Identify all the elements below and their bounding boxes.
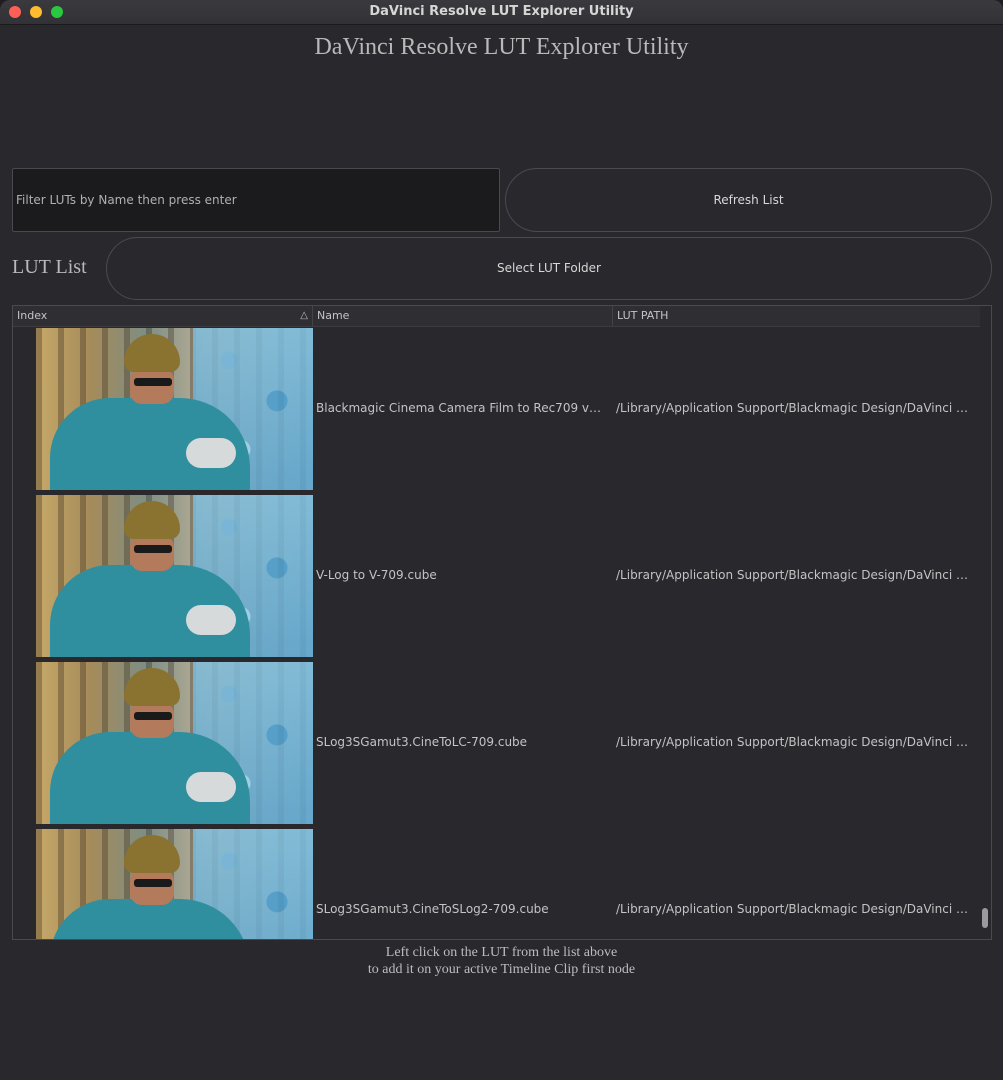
lut-name-cell: Blackmagic Cinema Camera Film to Rec709 … <box>316 401 608 415</box>
lut-preview-thumbnail <box>36 829 313 939</box>
table-header: Index △ Name LUT PATH <box>13 306 980 327</box>
lut-path-cell: /Library/Application Support/Blackmagic … <box>616 735 973 749</box>
refresh-list-button[interactable]: Refresh List <box>505 168 992 232</box>
instructions-line-1: Left click on the LUT from the list abov… <box>385 945 618 960</box>
lut-table: Index △ Name LUT PATH Blackmagic Cinema … <box>12 305 992 940</box>
lut-name-cell: SLog3SGamut3.CineToSLog2-709.cube <box>316 902 549 916</box>
column-header-name-label: Name <box>317 309 350 322</box>
lut-preview-thumbnail <box>36 495 313 657</box>
instructions-text: Left click on the LUT from the list abov… <box>0 944 1003 978</box>
column-header-lut-path[interactable]: LUT PATH <box>613 306 980 326</box>
app-window: DaVinci Resolve LUT Explorer Utility DaV… <box>0 0 1003 1080</box>
select-lut-folder-button[interactable]: Select LUT Folder <box>106 237 992 300</box>
table-scrollbar[interactable] <box>980 327 990 939</box>
lut-preview-thumbnail <box>36 328 313 490</box>
lut-preview-thumbnail <box>36 662 313 824</box>
table-row[interactable]: V-Log to V-709.cube /Library/Application… <box>13 494 980 661</box>
app-heading: DaVinci Resolve LUT Explorer Utility <box>314 34 689 60</box>
table-body: Blackmagic Cinema Camera Film to Rec709 … <box>13 327 980 939</box>
lut-name-cell: SLog3SGamut3.CineToLC-709.cube <box>316 735 528 749</box>
table-row[interactable]: Blackmagic Cinema Camera Film to Rec709 … <box>13 327 980 494</box>
table-row[interactable]: SLog3SGamut3.CineToSLog2-709.cube /Libra… <box>13 828 980 939</box>
minimize-window-button[interactable] <box>30 6 42 18</box>
lut-list-label: LUT List <box>12 256 87 278</box>
title-bar: DaVinci Resolve LUT Explorer Utility <box>0 0 1003 25</box>
column-header-name[interactable]: Name <box>313 306 613 326</box>
scrollbar-thumb[interactable] <box>982 908 988 928</box>
column-header-path-label: LUT PATH <box>617 309 669 322</box>
maximize-window-button[interactable] <box>51 6 63 18</box>
instructions-line-2: to add it on your active Timeline Clip f… <box>367 962 636 977</box>
lut-path-cell: /Library/Application Support/Blackmagic … <box>616 401 973 415</box>
lut-path-cell: /Library/Application Support/Blackmagic … <box>616 902 973 916</box>
filter-luts-input[interactable] <box>12 168 500 232</box>
column-header-index-label: Index <box>17 309 48 322</box>
column-header-index[interactable]: Index △ <box>13 306 313 326</box>
window-title: DaVinci Resolve LUT Explorer Utility <box>369 4 634 19</box>
lut-path-cell: /Library/Application Support/Blackmagic … <box>616 568 973 582</box>
table-row[interactable]: SLog3SGamut3.CineToLC-709.cube /Library/… <box>13 661 980 828</box>
sort-ascending-icon: △ <box>300 310 308 321</box>
close-window-button[interactable] <box>9 6 21 18</box>
lut-name-cell: V-Log to V-709.cube <box>316 568 437 582</box>
